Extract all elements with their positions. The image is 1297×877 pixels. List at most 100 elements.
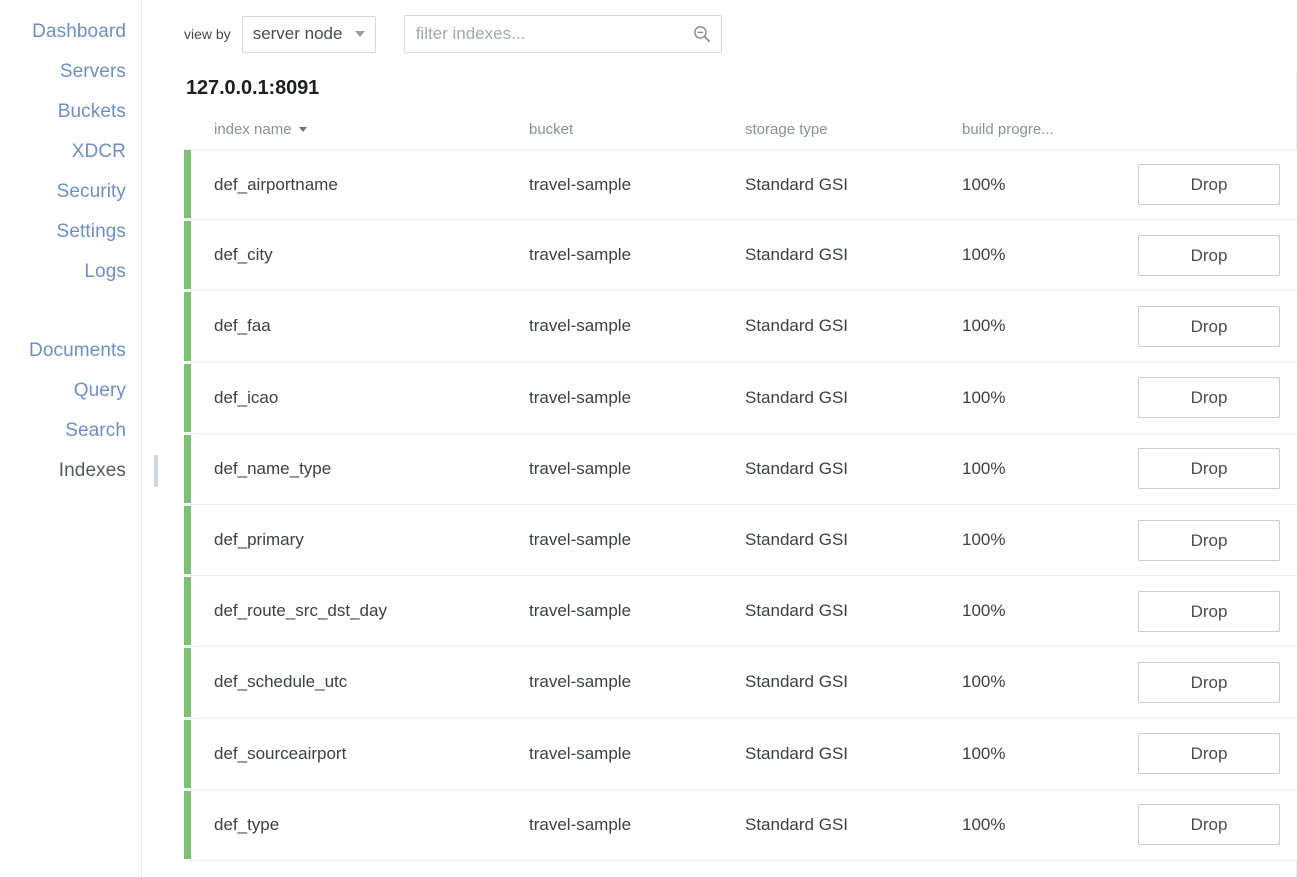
table-row[interactable]: def_name_type travel-sample Standard GSI 10… [184, 433, 1297, 505]
chevron-down-icon [354, 31, 365, 37]
drop-index-button[interactable]: Drop [1138, 305, 1280, 347]
cell-actions: Drop [1138, 661, 1297, 703]
table-row[interactable]: def_airportname travel-sample Standard GSI… [184, 149, 1297, 221]
sidebar-item-servers[interactable]: Servers [0, 52, 142, 92]
row-status-bar [184, 577, 191, 646]
cell-build-progress: 100% [962, 814, 1006, 834]
filter-indexes-field[interactable] [403, 15, 722, 53]
cell-actions: Drop [1138, 164, 1297, 206]
sidebar-item-label: XDCR [71, 141, 126, 162]
drop-index-button[interactable]: Drop [1138, 733, 1280, 775]
cell-bucket: travel-sample [529, 245, 632, 265]
cell-index-name: def_icao [214, 387, 279, 407]
cell-actions: Drop [1138, 377, 1297, 419]
indexes-table: index name bucket storage type build pro… [184, 72, 1297, 877]
cell-actions: Drop [1138, 519, 1297, 561]
sidebar-item-query[interactable]: Query [0, 371, 142, 411]
cell-bucket: travel-sample [529, 743, 632, 763]
cell-storage-type: Standard GSI [745, 387, 849, 407]
sort-descending-icon [298, 126, 307, 132]
cell-build-progress: 100% [962, 387, 1006, 407]
row-status-bar [184, 434, 191, 503]
cell-actions: Drop [1138, 305, 1297, 347]
view-by-label: view by [184, 26, 231, 42]
cell-actions: Drop [1138, 804, 1297, 846]
drop-index-button[interactable]: Drop [1138, 804, 1280, 846]
row-status-bar [184, 648, 191, 717]
sidebar-item-indexes[interactable]: Indexes [0, 451, 158, 491]
table-row[interactable]: def_icao travel-sample Standard GSI 100% Dro… [184, 362, 1297, 434]
cell-storage-type: Standard GSI [745, 245, 849, 265]
cell-build-progress: 100% [962, 458, 1006, 478]
table-row[interactable]: def_faa travel-sample Standard GSI 100% Drop [184, 291, 1297, 363]
sidebar-item-search[interactable]: Search [0, 411, 142, 451]
cell-build-progress: 100% [962, 174, 1006, 194]
server-node-title: 127.0.0.1:8091 [186, 77, 320, 99]
cell-build-progress: 100% [962, 245, 1006, 265]
cell-build-progress: 100% [962, 672, 1006, 692]
toolbar: view by server node [184, 0, 1297, 58]
cell-storage-type: Standard GSI [745, 530, 849, 550]
sidebar-item-buckets[interactable]: Buckets [0, 92, 142, 132]
filter-indexes-input[interactable] [404, 16, 721, 52]
sidebar-item-settings[interactable]: Settings [0, 212, 142, 252]
view-by-select[interactable]: server node [241, 15, 376, 53]
row-status-bar [184, 292, 191, 361]
table-row[interactable]: def_type travel-sample Standard GSI 100% Dro… [184, 789, 1297, 861]
drop-index-button[interactable]: Drop [1138, 377, 1280, 419]
cell-storage-type: Standard GSI [745, 316, 849, 336]
table-row[interactable]: def_route_src_dst_day travel-sample Standa… [184, 576, 1297, 648]
cell-index-name: def_route_src_dst_day [214, 601, 387, 621]
sidebar-item-label: Indexes [58, 460, 126, 481]
sidebar-item-label: Settings [56, 221, 126, 242]
column-header-storage-type-label: storage type [745, 120, 828, 138]
cell-bucket: travel-sample [529, 814, 632, 834]
drop-index-button[interactable]: Drop [1138, 661, 1280, 703]
drop-index-button[interactable]: Drop [1138, 164, 1280, 206]
table-row[interactable]: def_primary travel-sample Standard GSI 100%… [184, 504, 1297, 577]
row-status-bar [184, 221, 191, 290]
sidebar-nav: Dashboard Servers Buckets XDCR Security Setti… [0, 12, 158, 491]
cell-storage-type: Standard GSI [745, 174, 849, 194]
column-header-bucket[interactable]: bucket [529, 121, 745, 138]
table-row[interactable]: def_schedule_utc travel-sample Standard GS… [184, 647, 1297, 719]
table-row[interactable]: def_sourceairport travel-sample Standard G… [184, 718, 1297, 790]
cell-build-progress: 100% [962, 316, 1006, 336]
sidebar-item-xdcr[interactable]: XDCR [0, 132, 142, 172]
cell-actions: Drop [1138, 733, 1297, 775]
sidebar-item-label: Documents [29, 340, 126, 361]
search-minus-icon[interactable] [692, 24, 712, 44]
sidebar-group-0: Dashboard Servers Buckets XDCR Security Setti… [0, 12, 142, 292]
sidebar-item-documents[interactable]: Documents [0, 331, 142, 371]
cell-index-name: def_sourceairport [214, 743, 347, 763]
view-by-select-value: server node [252, 24, 343, 43]
cell-bucket: travel-sample [529, 316, 632, 336]
cell-index-name: def_airportname [214, 174, 338, 194]
cell-bucket: travel-sample [529, 530, 632, 550]
cell-index-name: def_name_type [214, 458, 332, 478]
drop-index-button[interactable]: Drop [1138, 234, 1280, 276]
row-status-bar [184, 719, 191, 788]
sidebar-item-dashboard[interactable]: Dashboard [0, 12, 142, 52]
table-row[interactable]: def_city travel-sample Standard GSI 100% Dro… [184, 220, 1297, 292]
column-header-index-name[interactable]: index name [214, 121, 529, 138]
row-status-bar [184, 150, 191, 219]
cell-index-name: def_schedule_utc [214, 672, 348, 692]
row-status-bar [184, 505, 191, 575]
cell-bucket: travel-sample [529, 601, 632, 621]
drop-index-button[interactable]: Drop [1138, 519, 1280, 561]
row-status-bar [184, 790, 191, 859]
cell-storage-type: Standard GSI [745, 814, 849, 834]
drop-index-button[interactable]: Drop [1138, 590, 1280, 632]
cell-bucket: travel-sample [529, 387, 632, 407]
cell-actions: Drop [1138, 448, 1297, 490]
sidebar-item-logs[interactable]: Logs [0, 252, 142, 292]
sidebar-item-label: Servers [59, 61, 126, 82]
column-header-build-progress[interactable]: build progre... [962, 121, 1138, 138]
main-content: view by server node 127.0.0.1:8091 index… [142, 0, 1297, 877]
drop-index-button[interactable]: Drop [1138, 448, 1280, 490]
sidebar-item-security[interactable]: Security [0, 172, 142, 212]
sidebar: Dashboard Servers Buckets XDCR Security Setti… [0, 0, 158, 877]
sidebar-item-label: Query [73, 380, 126, 401]
column-header-storage-type[interactable]: storage type [745, 121, 962, 138]
